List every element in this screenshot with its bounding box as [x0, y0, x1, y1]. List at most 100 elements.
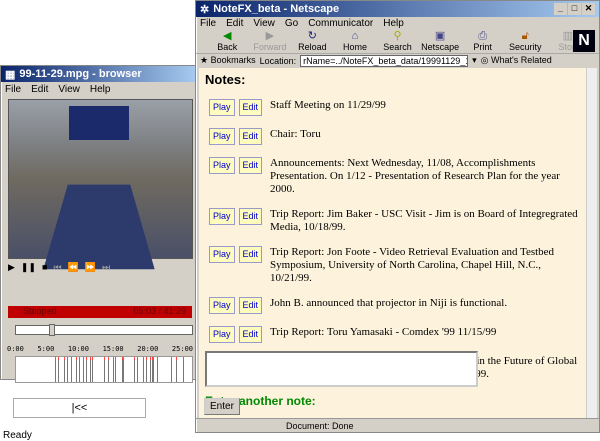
- navigation-toolbar: ◀ Back ▶ Forward ↻ Reload ⌂ Home ⚲ Search ▣ Ne…: [196, 29, 599, 54]
- timeline-ticks: 0:00 5:00 10:00 15:00 20:00 25:00: [7, 345, 193, 353]
- note-marker[interactable]: [123, 357, 125, 382]
- stop-icon[interactable]: ■: [42, 262, 47, 273]
- note-marker[interactable]: [146, 357, 148, 382]
- edit-button[interactable]: Edit: [238, 297, 263, 314]
- pause-icon[interactable]: ❚❚: [21, 262, 36, 273]
- position-slider[interactable]: [15, 324, 193, 336]
- note-marker[interactable]: [63, 357, 65, 382]
- note-marker[interactable]: [176, 357, 178, 382]
- menu-view[interactable]: View: [58, 84, 80, 95]
- forward-button[interactable]: ▶ Forward: [249, 30, 292, 52]
- player-menubar: File Edit View Help: [1, 82, 196, 96]
- note-item: Play Edit Trip Report: Jim Baker - USC Vis…: [209, 208, 583, 234]
- note-timeline[interactable]: [15, 356, 193, 383]
- menu-file[interactable]: File: [200, 18, 216, 29]
- note-marker[interactable]: [142, 357, 144, 382]
- video-frame: [8, 99, 193, 270]
- note-marker[interactable]: [153, 357, 155, 382]
- note-marker[interactable]: [107, 357, 109, 382]
- bookmarks-button[interactable]: ★ Bookmarks: [200, 55, 256, 66]
- note-textarea[interactable]: [205, 351, 478, 387]
- edit-button[interactable]: Edit: [238, 157, 263, 174]
- note-marker[interactable]: [58, 357, 60, 382]
- note-marker[interactable]: [104, 357, 105, 382]
- play-button[interactable]: Play: [209, 208, 235, 225]
- slider-thumb[interactable]: [49, 324, 55, 336]
- forward-icon[interactable]: ⏩: [85, 262, 96, 273]
- note-marker[interactable]: [114, 357, 116, 382]
- play-button[interactable]: Play: [209, 128, 235, 145]
- note-text: Chair: Toru: [270, 128, 321, 140]
- location-input[interactable]: rName=../NoteFX_beta_data/19991129_11000…: [300, 54, 469, 67]
- edit-button[interactable]: Edit: [238, 128, 263, 145]
- menu-view[interactable]: View: [253, 18, 275, 29]
- note-marker[interactable]: [82, 357, 84, 382]
- note-marker[interactable]: [70, 357, 72, 382]
- netscape-logo: N: [573, 30, 595, 52]
- play-button[interactable]: Play: [209, 246, 235, 263]
- tick-label: 10:00: [67, 345, 89, 353]
- play-button[interactable]: Play: [209, 99, 235, 116]
- print-icon: ⎙: [478, 30, 488, 42]
- maximize-button[interactable]: □: [568, 3, 581, 15]
- note-marker[interactable]: [133, 357, 135, 382]
- player-titlebar: ▦ 99-11-29.mpg - browser: [1, 66, 196, 82]
- vertical-scrollbar[interactable]: [586, 68, 597, 418]
- tick-label: 15:00: [102, 345, 124, 353]
- menu-edit[interactable]: Edit: [226, 18, 243, 29]
- location-bar: ★ Bookmarks Location: rName=../NoteFX_be…: [196, 54, 599, 67]
- edit-button[interactable]: Edit: [238, 208, 263, 225]
- note-marker[interactable]: [79, 357, 81, 382]
- note-marker[interactable]: [170, 357, 172, 382]
- play-button[interactable]: Play: [209, 297, 235, 314]
- netscape-button[interactable]: ▣ Netscape: [419, 30, 462, 52]
- security-button[interactable]: 🔓︎ Security: [504, 30, 547, 52]
- note-marker[interactable]: [183, 357, 185, 382]
- minimize-button[interactable]: _: [554, 3, 567, 15]
- note-marker[interactable]: [86, 357, 88, 382]
- location-dropdown[interactable]: ▾: [472, 55, 477, 66]
- note-marker[interactable]: [54, 357, 56, 382]
- skip-end-icon[interactable]: ⏭: [102, 262, 110, 273]
- menu-communicator[interactable]: Communicator: [308, 18, 373, 29]
- play-icon[interactable]: ▶: [8, 262, 15, 273]
- search-button[interactable]: ⚲ Search: [376, 30, 419, 52]
- rewind-button[interactable]: |<<: [13, 398, 146, 418]
- close-button[interactable]: ✕: [582, 3, 595, 15]
- home-button[interactable]: ⌂ Home: [334, 30, 377, 52]
- whats-related-button[interactable]: ◎ What's Related: [481, 55, 552, 66]
- playback-status-bar: Stopped 05:03 / 41:29: [8, 306, 192, 318]
- enter-button[interactable]: Enter: [204, 398, 240, 415]
- reload-button[interactable]: ↻ Reload: [291, 30, 334, 52]
- edit-button[interactable]: Edit: [238, 99, 263, 116]
- menu-help[interactable]: Help: [90, 84, 111, 95]
- lock-icon: 🔓︎: [521, 30, 529, 42]
- note-marker[interactable]: [137, 357, 139, 382]
- notes-list: Play Edit Staff Meeting on 11/29/99 Play Edi…: [205, 99, 583, 381]
- back-button[interactable]: ◀ Back: [206, 30, 249, 52]
- skip-start-icon[interactable]: ⏮: [53, 262, 61, 273]
- menu-file[interactable]: File: [5, 84, 21, 95]
- note-item: Play Edit Chair: Toru: [209, 128, 583, 145]
- note-marker[interactable]: [67, 357, 69, 382]
- menu-edit[interactable]: Edit: [31, 84, 48, 95]
- player-title: 99-11-29.mpg - browser: [19, 68, 142, 80]
- menu-help[interactable]: Help: [383, 18, 404, 29]
- menu-go[interactable]: Go: [285, 18, 298, 29]
- note-marker[interactable]: [91, 357, 93, 382]
- reload-icon: ↻: [307, 30, 318, 42]
- rewind-icon[interactable]: ⏪: [68, 262, 79, 273]
- edit-button[interactable]: Edit: [238, 326, 263, 343]
- browser-titlebar: ✲ NoteFX_beta - Netscape _ □ ✕: [196, 1, 599, 17]
- play-button[interactable]: Play: [209, 157, 235, 174]
- note-text: Trip Report: Jim Baker - USC Visit - Jim…: [270, 208, 578, 233]
- play-button[interactable]: Play: [209, 326, 235, 343]
- notes-heading: Notes:: [205, 72, 246, 87]
- netscape-icon: ✲: [200, 3, 210, 16]
- note-marker[interactable]: [156, 357, 158, 382]
- tick-label: 0:00: [7, 345, 24, 353]
- note-marker[interactable]: [75, 357, 77, 382]
- status-text: Document: Done: [286, 420, 354, 431]
- print-button[interactable]: ⎙ Print: [461, 30, 504, 52]
- edit-button[interactable]: Edit: [238, 246, 263, 263]
